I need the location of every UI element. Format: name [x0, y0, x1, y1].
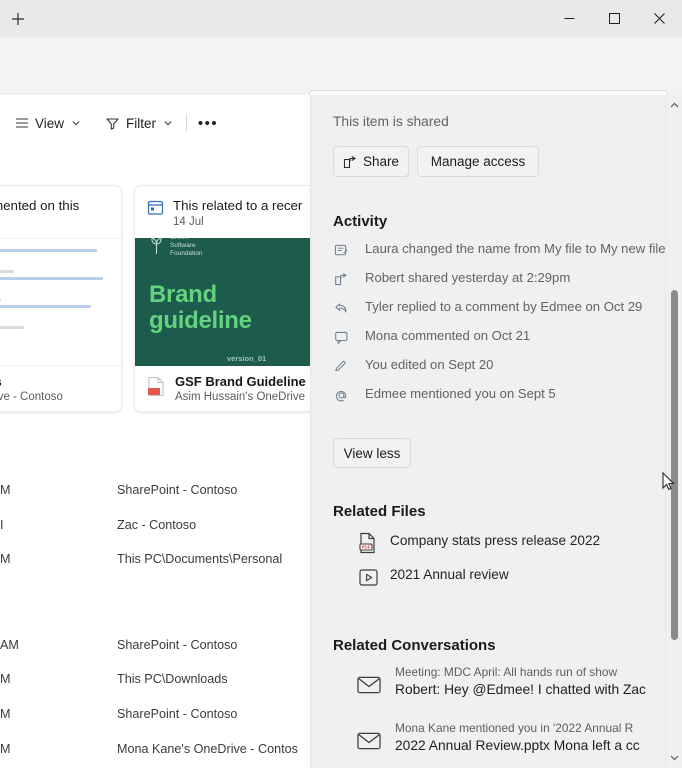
file-row-time: M [0, 742, 11, 756]
details-pane: This item is shared Share Manage access … [310, 95, 682, 768]
file-list-row[interactable]: M This PC\Downloads [0, 672, 310, 692]
conversation-title: Meeting: MDC April: All hands run of sho… [395, 665, 617, 679]
scroll-down-arrow-icon[interactable] [666, 749, 682, 766]
shared-status-text: This item is shared [333, 114, 449, 129]
file-row-location: Mona Kane's OneDrive - Contos [117, 742, 298, 756]
activity-item[interactable]: Robert shared yesterday at 2:29pm [333, 270, 663, 292]
mail-icon [357, 673, 381, 697]
view-less-button[interactable]: View less [333, 438, 411, 468]
share-icon [333, 271, 349, 287]
video-file-icon [357, 566, 379, 588]
minimize-button[interactable] [547, 0, 592, 37]
file-row-location: Zac - Contoso [117, 518, 196, 532]
reply-icon [333, 300, 349, 316]
close-icon [654, 13, 665, 24]
activity-item-text: Edmee mentioned you on Sept 5 [365, 386, 556, 401]
svg-text:PDF: PDF [361, 545, 370, 550]
at-mention-icon [334, 388, 349, 403]
activity-item-text: Mona commented on Oct 21 [365, 328, 530, 343]
title-bar [0, 0, 682, 38]
maximize-icon [609, 13, 620, 24]
activity-item[interactable]: You edited on Sept 20 [333, 357, 663, 379]
mail-icon [357, 731, 381, 751]
related-file-item[interactable]: 2021 Annual review [333, 564, 663, 594]
activity-item[interactable]: Mona commented on Oct 21 [333, 328, 663, 350]
activity-item-text: You edited on Sept 20 [365, 357, 493, 372]
conversation-title: Mona Kane mentioned you in '2022 Annual … [395, 721, 633, 735]
related-file-name: 2021 Annual review [390, 567, 509, 582]
file-list: M SharePoint - Contoso I Zac - Contoso M This… [0, 95, 310, 768]
share-icon [343, 155, 357, 169]
related-file-item[interactable]: PDF Company stats press release 2022 [333, 530, 663, 560]
scroll-up-arrow-icon[interactable] [666, 97, 682, 114]
related-file-name: Company stats press release 2022 [390, 533, 600, 548]
activity-item[interactable]: Tyler replied to a comment by Edmee on O… [333, 299, 663, 321]
rename-doc-icon [334, 243, 349, 258]
pencil-icon [333, 358, 349, 374]
file-list-row[interactable]: M Mona Kane's OneDrive - Contos [0, 742, 310, 762]
related-files-section-title: Related Files [333, 503, 426, 520]
share-button[interactable]: Share [333, 146, 409, 177]
file-row-location: This PC\Downloads [117, 672, 228, 686]
conversation-snippet: Robert: Hey @Edmee! I chatted with Zac [395, 682, 646, 697]
vertical-scrollbar[interactable] [665, 95, 682, 768]
conversation-snippet: 2022 Annual Review.pptx Mona left a cc [395, 738, 640, 753]
mail-icon [357, 729, 381, 753]
share-button-label: Share [363, 154, 399, 169]
mail-icon [357, 675, 381, 695]
file-row-location: SharePoint - Contoso [117, 483, 237, 497]
activity-item-text: Robert shared yesterday at 2:29pm [365, 270, 570, 285]
related-conversation-item[interactable]: Mona Kane mentioned you in '2022 Annual … [333, 721, 666, 765]
file-browser-pane: View Filter ••• [0, 95, 310, 768]
activity-item-text: Laura changed the name from My file to M… [365, 241, 666, 256]
file-list-row[interactable]: M SharePoint - Contoso [0, 483, 310, 503]
search-bar-row: Search all files [0, 37, 682, 95]
pdf-file-icon: PDF [357, 532, 379, 554]
file-row-time: M [0, 672, 11, 686]
pdf-file-icon: PDF [358, 532, 379, 554]
file-row-time: M [0, 707, 11, 721]
file-row-time: M [0, 483, 11, 497]
related-conversation-item[interactable]: Meeting: MDC April: All hands run of sho… [333, 665, 666, 709]
file-list-row[interactable]: M SharePoint - Contoso [0, 707, 310, 727]
file-list-row[interactable]: M This PC\Documents\Personal [0, 552, 310, 572]
file-row-location: SharePoint - Contoso [117, 707, 237, 721]
related-conversations-section-title: Related Conversations [333, 637, 496, 654]
activity-item-text: Tyler replied to a comment by Edmee on O… [365, 299, 642, 314]
at-mention-icon [333, 387, 349, 403]
activity-section-title: Activity [333, 213, 387, 230]
file-row-location: SharePoint - Contoso [117, 638, 237, 652]
comment-icon [334, 330, 349, 345]
scrollbar-thumb[interactable] [671, 290, 678, 640]
file-row-time: M [0, 552, 11, 566]
rename-doc-icon [333, 242, 349, 258]
close-button[interactable] [637, 0, 682, 37]
reply-icon [334, 301, 349, 316]
plus-icon [11, 12, 25, 26]
file-list-row[interactable]: I Zac - Contoso [0, 518, 310, 538]
file-row-location: This PC\Documents\Personal [117, 552, 282, 566]
manage-access-label: Manage access [431, 154, 526, 169]
activity-item[interactable]: Laura changed the name from My file to M… [333, 241, 663, 263]
pencil-icon [334, 359, 349, 374]
share-icon [334, 272, 349, 287]
video-file-icon [358, 567, 379, 588]
file-row-time: I [0, 518, 4, 532]
activity-item[interactable]: Edmee mentioned you on Sept 5 [333, 386, 663, 408]
file-row-time: AM [0, 638, 19, 652]
file-list-row[interactable]: AM SharePoint - Contoso [0, 638, 310, 658]
minimize-icon [564, 13, 575, 24]
manage-access-button[interactable]: Manage access [417, 146, 539, 177]
comment-icon [333, 329, 349, 345]
new-tab-button[interactable] [4, 5, 32, 33]
view-less-label: View less [344, 446, 401, 461]
maximize-button[interactable] [592, 0, 637, 37]
